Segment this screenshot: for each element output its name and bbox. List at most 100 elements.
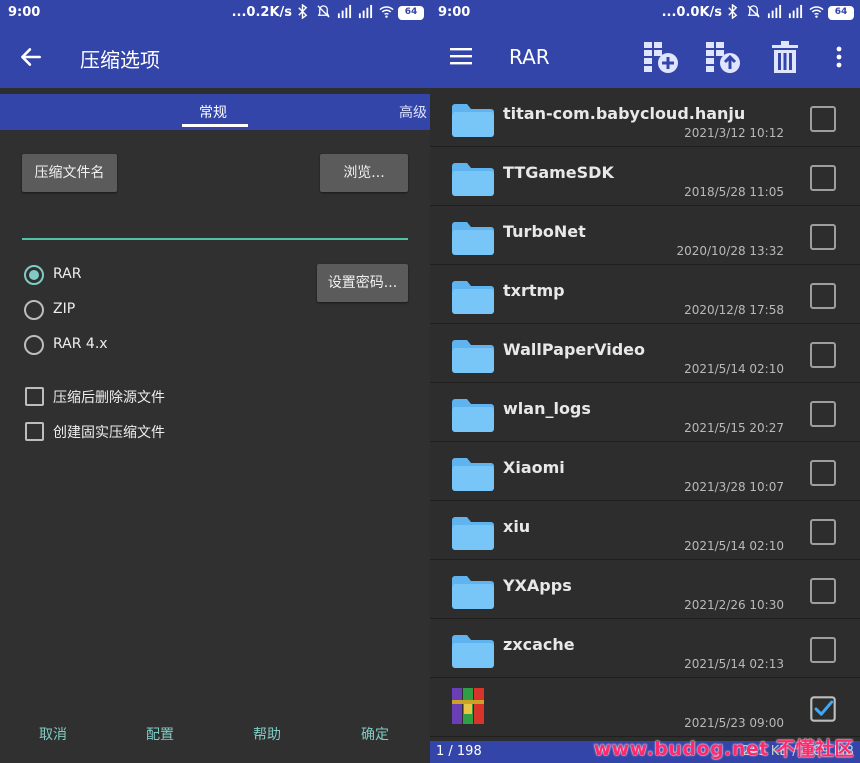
tab-advanced[interactable]: 高级 — [399, 102, 427, 122]
signal-icon — [767, 4, 782, 19]
file-date: 2020/12/8 17:58 — [684, 303, 784, 317]
row-checkbox[interactable] — [810, 283, 836, 309]
folder-icon — [452, 635, 494, 668]
browse-button[interactable]: 浏览... — [320, 154, 408, 192]
folder-icon — [452, 281, 494, 314]
file-date: 2021/5/15 20:27 — [684, 421, 784, 435]
more-vert-icon[interactable] — [836, 46, 842, 68]
file-name: zxcache — [503, 635, 575, 654]
file-name: WallPaperVideo — [503, 340, 646, 359]
list-item[interactable]: TTGameSDK 2018/5/28 11:05 — [430, 147, 860, 206]
checkbox-checked-icon[interactable] — [810, 696, 836, 722]
list-item[interactable]: zxcache 2021/5/14 02:13 — [430, 619, 860, 678]
list-item[interactable]: YXApps 2021/2/26 10:30 — [430, 560, 860, 619]
radio-rar4[interactable] — [24, 335, 44, 355]
folder-icon — [452, 163, 494, 196]
radio-label-rar4: RAR 4.x — [53, 336, 108, 352]
folder-icon — [452, 576, 494, 609]
ok-button[interactable]: 确定 — [361, 724, 389, 744]
file-name: Xiaomi — [503, 458, 565, 477]
row-checkbox[interactable] — [810, 165, 836, 191]
folder-icon — [452, 104, 494, 137]
delete-icon[interactable] — [768, 40, 802, 74]
folder-icon — [452, 222, 494, 255]
extract-icon[interactable] — [704, 40, 742, 74]
bluetooth-icon — [728, 4, 738, 19]
tab-indicator — [182, 124, 248, 127]
cancel-button[interactable]: 取消 — [39, 724, 67, 744]
row-checkbox[interactable] — [810, 519, 836, 545]
file-name: titan-com.babycloud.hanju — [503, 104, 746, 123]
list-item[interactable]: titan-com.babycloud.hanju 2021/3/12 10:12 — [430, 88, 860, 147]
list-item[interactable]: txrtmp 2020/12/8 17:58 — [430, 265, 860, 324]
radio-label-zip: ZIP — [53, 301, 76, 317]
archive-name-input[interactable] — [22, 212, 408, 236]
row-checkbox[interactable] — [810, 637, 836, 663]
row-checkbox[interactable] — [810, 224, 836, 250]
row-checkbox[interactable] — [810, 342, 836, 368]
file-name: xiu — [503, 517, 531, 536]
radio-zip[interactable] — [24, 300, 44, 320]
network-speed: ...0.0K/s — [661, 5, 722, 20]
folder-icon — [452, 340, 494, 373]
file-name: TurboNet — [503, 222, 586, 241]
mute-icon — [317, 5, 330, 18]
radio-label-rar: RAR — [53, 266, 82, 282]
tab-general[interactable]: 常规 — [199, 102, 227, 122]
network-speed: ...0.2K/s — [231, 5, 292, 20]
row-checkbox[interactable] — [810, 578, 836, 604]
wifi-icon — [379, 6, 394, 18]
page-title: 压缩选项 — [80, 48, 160, 72]
rar-archive-icon — [452, 688, 484, 724]
folder-icon — [452, 399, 494, 432]
file-name: TTGameSDK — [503, 163, 614, 182]
signal-icon-2 — [358, 4, 373, 19]
file-date: 2021/3/28 10:07 — [684, 480, 784, 494]
add-to-archive-icon[interactable] — [642, 40, 680, 74]
solid-archive-label: 创建固实压缩文件 — [53, 425, 165, 441]
file-name: wlan_logs — [503, 399, 591, 418]
list-item[interactable]: wlan_logs 2021/5/15 20:27 — [430, 383, 860, 442]
file-date: 2021/5/14 02:13 — [684, 657, 784, 671]
battery-icon: 64 — [828, 6, 854, 20]
file-browser-screen: 9:00 ...0.0K/s 64 RAR titan-com.babyclou… — [430, 0, 860, 763]
radio-rar[interactable] — [24, 265, 44, 285]
profiles-button[interactable]: 配置 — [146, 724, 174, 744]
row-checkbox[interactable] — [810, 106, 836, 132]
file-date: 2020/10/28 13:32 — [676, 244, 784, 258]
status-bar: 9:00 ...0.2K/s 64 — [0, 0, 430, 26]
list-item[interactable]: TurboNet 2020/10/28 13:32 — [430, 206, 860, 265]
list-item-archive[interactable]: 2021/5/23 09:00 — [430, 678, 860, 737]
file-date: 2021/2/26 10:30 — [684, 598, 784, 612]
battery-icon: 64 — [398, 6, 424, 20]
back-arrow-icon[interactable] — [18, 44, 44, 70]
file-date: 2018/5/28 11:05 — [684, 185, 784, 199]
folder-icon — [452, 517, 494, 550]
input-underline — [22, 238, 408, 240]
mute-icon — [747, 5, 760, 18]
row-checkbox[interactable] — [810, 401, 836, 427]
list-item[interactable]: WallPaperVideo 2021/5/14 02:10 — [430, 324, 860, 383]
file-date: 2021/3/12 10:12 — [684, 126, 784, 140]
status-icons — [725, 4, 824, 19]
delete-after-compress-label: 压缩后删除源文件 — [53, 390, 165, 406]
app-bar: 压缩选项 — [0, 26, 430, 88]
list-item[interactable]: Xiaomi 2021/3/28 10:07 — [430, 442, 860, 501]
delete-after-compress-checkbox[interactable] — [25, 387, 44, 406]
status-bar: 9:00 ...0.0K/s 64 — [430, 0, 860, 26]
file-date: 2021/5/14 02:10 — [684, 539, 784, 553]
set-password-button[interactable]: 设置密码... — [317, 264, 408, 302]
file-date: 2021/5/14 02:10 — [684, 362, 784, 376]
wifi-icon — [809, 6, 824, 18]
archive-name-button[interactable]: 压缩文件名 — [22, 154, 117, 192]
compression-options-screen: 9:00 ...0.2K/s 64 压缩选项 常规 高级 压缩文件名 浏览...… — [0, 0, 430, 763]
file-date: 2021/5/23 09:00 — [684, 716, 784, 730]
list-item[interactable]: xiu 2021/5/14 02:10 — [430, 501, 860, 560]
help-button[interactable]: 帮助 — [253, 724, 281, 744]
row-checkbox[interactable] — [810, 460, 836, 486]
solid-archive-checkbox[interactable] — [25, 422, 44, 441]
page-title: RAR — [509, 45, 550, 69]
hamburger-menu-icon[interactable] — [450, 46, 472, 66]
bluetooth-icon — [298, 4, 308, 19]
app-bar: RAR — [430, 26, 860, 88]
